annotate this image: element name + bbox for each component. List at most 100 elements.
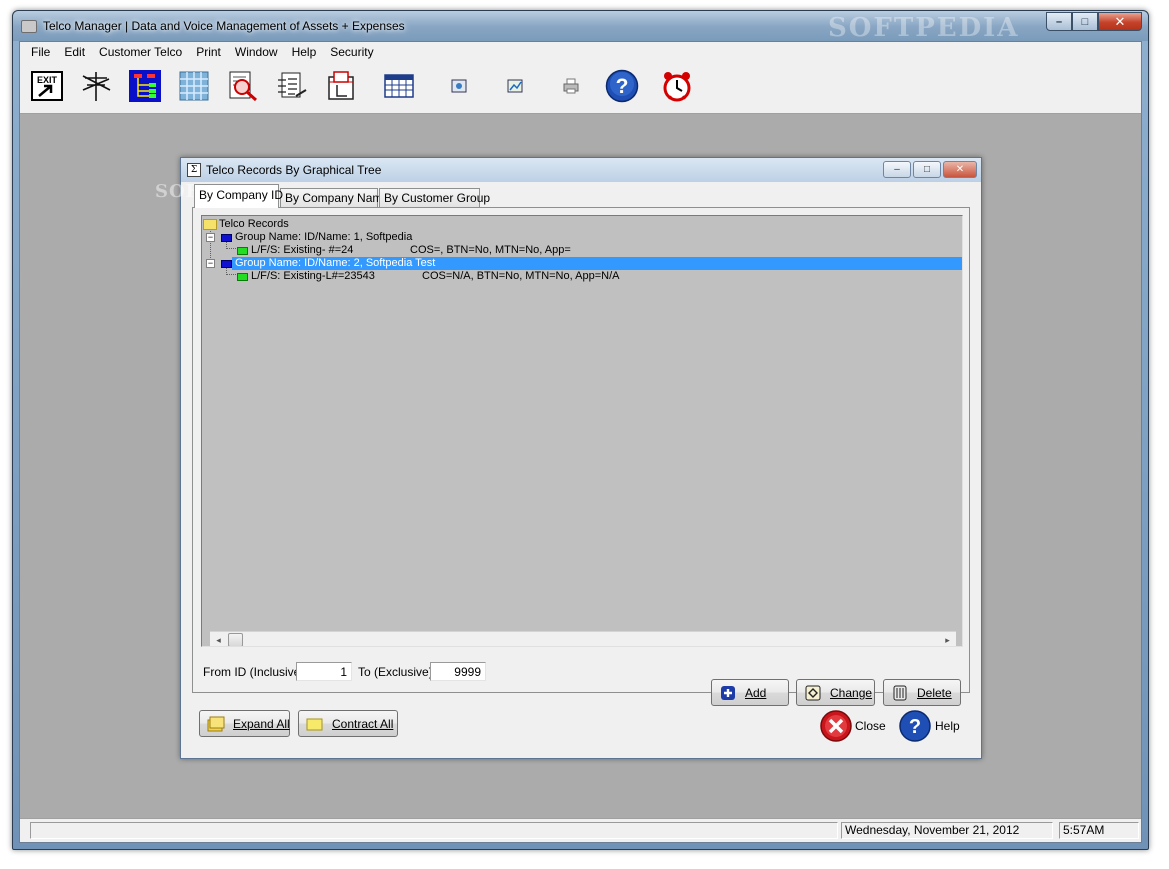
calendar-page-button[interactable] <box>324 69 358 103</box>
line-icon <box>237 247 248 255</box>
dialog-window-controls: – □ ✕ <box>883 161 977 178</box>
dialog-maximize-button[interactable]: □ <box>913 161 941 178</box>
tab-by-customer-group[interactable]: By Customer Group <box>379 188 490 208</box>
help-label: Help <box>935 719 960 733</box>
search-document-icon <box>229 71 257 102</box>
menu-bar: File Edit Customer Telco Print Window He… <box>20 42 1141 62</box>
menu-customer-telco[interactable]: Customer Telco <box>92 45 189 59</box>
small-database-button[interactable] <box>442 69 476 103</box>
tree-group-label: Group Name: ID/Name: 2, Softpedia Test <box>235 257 436 269</box>
from-id-label: From ID (Inclusive): <box>203 665 308 679</box>
menu-file[interactable]: File <box>24 45 57 59</box>
expand-all-button[interactable]: Expand All <box>199 710 290 737</box>
exit-icon: EXIT <box>31 71 63 101</box>
trash-icon <box>891 685 909 701</box>
tree-group-row-selected[interactable]: − Group Name: ID/Name: 2, Softpedia Test <box>202 257 962 270</box>
dialog-close-button[interactable]: ✕ <box>943 161 977 178</box>
telephone-app-icon[interactable] <box>21 20 37 33</box>
help-icon-glyph: ? <box>909 716 921 738</box>
report-button[interactable] <box>275 69 309 103</box>
line-icon <box>237 273 248 281</box>
telephone-pole-button[interactable] <box>79 69 113 103</box>
to-id-input[interactable]: 9999 <box>430 662 486 681</box>
watermark: SOFTPEDIA <box>828 13 1020 43</box>
change-button[interactable]: Change <box>796 679 875 706</box>
horizontal-scrollbar[interactable]: ◂ ▸ <box>210 631 956 646</box>
minimize-button[interactable]: – <box>1046 12 1072 31</box>
expand-all-label: Expand All <box>233 716 290 731</box>
expand-folder-icon <box>207 716 225 732</box>
collapse-icon[interactable]: − <box>206 233 215 242</box>
calendar-page-icon <box>328 71 354 100</box>
group-icon <box>221 260 232 268</box>
menu-print[interactable]: Print <box>189 45 228 59</box>
help-button[interactable]: ? Help <box>899 710 960 742</box>
folder-icon <box>306 716 324 732</box>
tree-line-label: L/F/S: Existing- #=24 <box>251 244 354 256</box>
status-message-panel <box>30 822 838 839</box>
spreadsheet-button[interactable] <box>382 69 416 103</box>
folder-icon <box>203 219 217 230</box>
group-icon <box>221 234 232 242</box>
sigma-icon[interactable]: Σ <box>187 163 201 177</box>
window-controls: – □ ✕ <box>1046 12 1142 31</box>
delete-button[interactable]: Delete <box>883 679 961 706</box>
menu-edit[interactable]: Edit <box>57 45 92 59</box>
tree-root-row[interactable]: Telco Records <box>202 218 962 231</box>
tree-group-label: Group Name: ID/Name: 1, Softpedia <box>235 231 413 243</box>
tree-line-row[interactable]: L/F/S: Existing- #=24 COS=, BTN=No, MTN=… <box>202 244 962 257</box>
contract-all-button[interactable]: Contract All <box>298 710 398 737</box>
scroll-thumb[interactable] <box>228 633 243 646</box>
tree-line-row[interactable]: L/F/S: Existing-L#=23543 COS=N/A, BTN=No… <box>202 270 962 283</box>
menu-help[interactable]: Help <box>285 45 324 59</box>
dialog-title: Telco Records By Graphical Tree <box>206 163 382 177</box>
status-bar: Wednesday, November 21, 2012 5:57AM <box>20 818 1141 842</box>
small-chart-icon <box>507 79 523 93</box>
tree-root-label: Telco Records <box>219 218 289 230</box>
tab-by-company-id[interactable]: By Company ID <box>194 184 283 208</box>
change-label: Change <box>830 685 873 700</box>
scroll-left-icon[interactable]: ◂ <box>210 632 227 646</box>
small-chart-button[interactable] <box>498 69 532 103</box>
tab-by-company-name[interactable]: By Company Name <box>280 188 389 208</box>
dialog-minimize-button[interactable]: – <box>883 161 911 178</box>
help-icon-glyph: ? <box>616 75 629 98</box>
change-icon <box>804 685 822 701</box>
exit-icon-label: EXIT <box>37 75 58 85</box>
from-id-input[interactable]: 1 <box>296 662 352 681</box>
help-icon: ? <box>605 69 639 103</box>
tab-panel: Telco Records − Group Name: ID/Name: 1, … <box>192 207 970 706</box>
collapse-icon[interactable]: − <box>206 259 215 268</box>
network-tree-icon <box>129 70 161 102</box>
tree-group-row[interactable]: − Group Name: ID/Name: 1, Softpedia <box>202 231 962 244</box>
records-tree[interactable]: Telco Records − Group Name: ID/Name: 1, … <box>201 215 963 647</box>
to-id-label: To (Exclusive): <box>358 665 437 679</box>
exit-button[interactable]: EXIT <box>30 69 64 103</box>
close-window-button[interactable]: ✕ <box>1098 12 1142 31</box>
alarm-clock-button[interactable] <box>660 69 694 103</box>
status-time: 5:57AM <box>1059 822 1139 839</box>
menu-window[interactable]: Window <box>228 45 285 59</box>
tree-line-label: L/F/S: Existing-L#=23543 <box>251 270 375 282</box>
grid-button[interactable] <box>177 69 211 103</box>
spreadsheet-icon <box>384 74 414 98</box>
menu-security[interactable]: Security <box>323 45 380 59</box>
app-titlebar[interactable]: Telco Manager | Data and Voice Managemen… <box>13 11 1148 43</box>
add-icon <box>719 685 737 701</box>
tree-line-detail: COS=N/A, BTN=No, MTN=No, App=N/A <box>422 270 620 282</box>
close-icon <box>820 710 852 742</box>
tree-line-detail: COS=, BTN=No, MTN=No, App= <box>410 244 571 256</box>
help-toolbar-button[interactable]: ? <box>605 69 639 103</box>
close-button[interactable]: Close <box>820 710 886 742</box>
scroll-right-icon[interactable]: ▸ <box>939 632 956 646</box>
grid-icon <box>179 71 209 101</box>
maximize-button[interactable]: □ <box>1072 12 1098 31</box>
printer-button[interactable] <box>554 69 588 103</box>
dialog-titlebar[interactable]: Σ Telco Records By Graphical Tree – □ ✕ <box>181 158 981 182</box>
search-document-button[interactable] <box>226 69 260 103</box>
add-button[interactable]: Add <box>711 679 789 706</box>
close-label: Close <box>855 719 886 733</box>
help-icon: ? <box>899 710 931 742</box>
network-tree-button[interactable] <box>128 69 162 103</box>
add-label: Add <box>745 685 767 700</box>
